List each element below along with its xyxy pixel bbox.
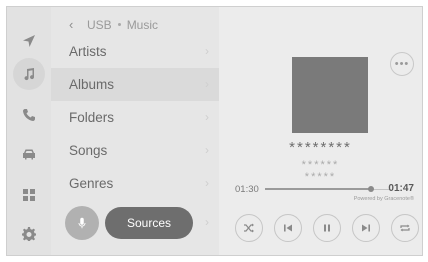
progress-fill [265, 188, 371, 190]
back-chevron-icon[interactable]: ‹ [69, 17, 81, 32]
nav-music-button[interactable] [13, 58, 45, 90]
breadcrumb-source[interactable]: USB [87, 18, 112, 32]
microphone-icon [78, 217, 86, 229]
progress-bar[interactable] [265, 186, 391, 192]
list-item-genres[interactable]: Genres › [51, 167, 219, 200]
navigation-icon [23, 35, 35, 47]
nav-phone-button[interactable] [13, 99, 45, 131]
list-item-label: Albums [69, 77, 115, 92]
next-track-button[interactable] [352, 214, 380, 242]
list-item-songs[interactable]: Songs › [51, 134, 219, 167]
nav-settings-button[interactable] [13, 218, 45, 250]
media-screen: ‹ USB Music Artists › Albums › Folders ›… [6, 6, 423, 256]
car-icon [23, 149, 35, 160]
apps-grid-icon [23, 189, 35, 201]
elapsed-time: 01:30 [235, 184, 259, 195]
previous-track-button[interactable] [274, 214, 302, 242]
track-album: ***** [304, 171, 337, 183]
progress-handle[interactable] [367, 186, 374, 192]
repeat-icon [400, 224, 410, 232]
nav-navigation-button[interactable] [13, 25, 45, 57]
settings-gear-icon [22, 227, 36, 241]
skip-next-icon [362, 224, 370, 232]
breadcrumb-section: Music [126, 17, 159, 32]
chevron-right-icon: › [205, 143, 209, 157]
list-item-folders[interactable]: Folders › [51, 101, 219, 134]
track-artist: ****** [301, 159, 340, 171]
breadcrumb-separator [117, 23, 121, 26]
now-playing-panel: ••• ******** ****** ***** 01:30 01:47 Po… [219, 7, 422, 255]
chevron-right-icon: › [205, 176, 209, 190]
breadcrumb: ‹ USB Music [69, 17, 158, 32]
list-item-label: Genres [69, 176, 114, 191]
list-item-label: Songs [69, 143, 108, 158]
track-title: ******** [289, 139, 352, 156]
chevron-right-icon: › [205, 110, 209, 124]
chevron-right-icon: › [205, 215, 209, 229]
skip-previous-icon [284, 224, 292, 232]
nav-vehicle-button[interactable] [13, 138, 45, 170]
more-options-button[interactable]: ••• [390, 52, 414, 76]
list-item-albums[interactable]: Albums › [51, 68, 219, 101]
chevron-right-icon: › [205, 44, 209, 58]
nav-rail [7, 7, 51, 255]
chevron-right-icon: › [205, 77, 209, 91]
album-artwork [292, 57, 368, 133]
pause-icon [324, 224, 330, 232]
list-item-label: Folders [69, 110, 115, 125]
sources-button[interactable]: Sources [105, 207, 193, 239]
repeat-button[interactable] [391, 214, 419, 242]
music-icon [24, 68, 35, 81]
pause-button[interactable] [313, 214, 341, 242]
voice-button[interactable] [65, 206, 99, 240]
list-item-label: Artists [69, 44, 107, 59]
shuffle-button[interactable] [235, 214, 263, 242]
list-item-artists[interactable]: Artists › [51, 35, 219, 68]
gracenote-credit: Powered by Gracenote® [353, 196, 414, 202]
total-time: 01:47 [388, 183, 414, 194]
nav-apps-button[interactable] [13, 179, 45, 211]
phone-icon [23, 109, 35, 121]
shuffle-icon [244, 223, 254, 233]
